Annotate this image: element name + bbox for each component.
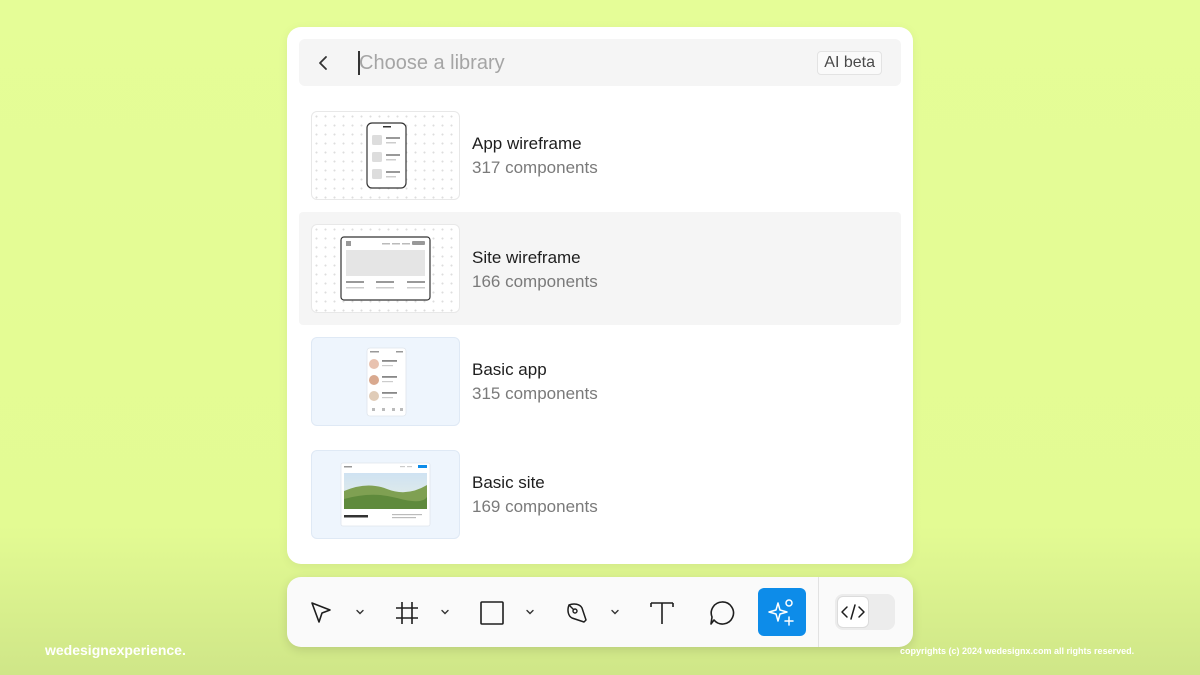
pen-icon <box>567 603 587 623</box>
comment-tool[interactable] <box>708 599 736 627</box>
rectangle-tool[interactable] <box>478 599 506 627</box>
search-input[interactable] <box>359 47 779 79</box>
library-item-basic-app[interactable]: Basic app 315 components <box>299 337 901 450</box>
ai-beta-badge[interactable]: AI beta <box>817 51 882 75</box>
library-count: 317 components <box>472 158 598 177</box>
pen-tool[interactable] <box>563 599 591 627</box>
library-item-app-wireframe[interactable]: App wireframe 317 components <box>299 111 901 224</box>
text-tool[interactable] <box>648 599 676 627</box>
toolbar-divider <box>818 577 819 647</box>
comment-icon <box>710 601 735 625</box>
app-wireframe-thumbnail <box>311 111 460 200</box>
chevron-down-icon[interactable] <box>354 606 366 618</box>
brand-logo-text: wedesignexperience. <box>45 642 186 658</box>
copyright-text: copyrights (c) 2024 wedesignx.com all ri… <box>900 646 1135 656</box>
bottom-toolbar <box>287 577 913 647</box>
code-icon <box>841 604 865 620</box>
library-item-basic-site[interactable]: Basic site 169 components <box>299 450 901 563</box>
library-item-site-wireframe[interactable]: Site wireframe 166 components <box>299 212 901 325</box>
text-icon <box>650 602 674 624</box>
ai-tool-button[interactable] <box>758 588 806 636</box>
library-count: 169 components <box>472 497 598 516</box>
chevron-down-icon[interactable] <box>609 606 621 618</box>
library-panel: AI beta App wireframe 317 components <box>287 27 913 564</box>
rectangle-icon <box>480 601 504 625</box>
library-count: 166 components <box>472 272 598 291</box>
search-bar: AI beta <box>299 39 901 86</box>
library-name: Basic app <box>472 360 547 379</box>
library-name: App wireframe <box>472 134 582 153</box>
site-wireframe-thumbnail <box>311 224 460 313</box>
move-tool[interactable] <box>307 599 335 627</box>
chevron-down-icon[interactable] <box>524 606 536 618</box>
ai-sparkle-icon <box>768 599 794 626</box>
dev-mode-toggle[interactable] <box>835 594 895 630</box>
basic-app-thumbnail <box>311 337 460 426</box>
chevron-down-icon[interactable] <box>439 606 451 618</box>
library-name: Basic site <box>472 473 545 492</box>
basic-site-thumbnail <box>311 450 460 539</box>
dev-mode-knob <box>837 596 869 628</box>
move-icon <box>311 602 331 623</box>
frame-tool[interactable] <box>393 599 421 627</box>
back-button[interactable] <box>311 50 337 76</box>
library-count: 315 components <box>472 384 598 403</box>
library-name: Site wireframe <box>472 248 581 267</box>
frame-icon <box>396 602 418 624</box>
chevron-left-icon <box>319 56 327 70</box>
